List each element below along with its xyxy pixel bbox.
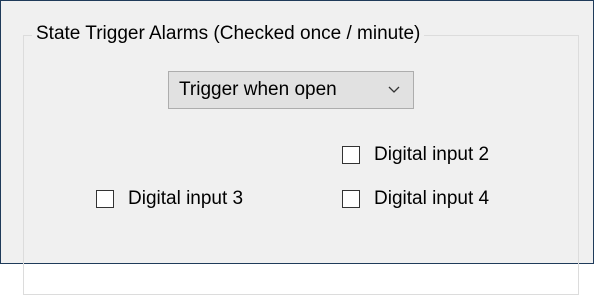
checkbox-label: Digital input 2 [374,144,490,165]
chevron-down-icon [388,86,400,93]
dialog-panel: State Trigger Alarms (Checked once / min… [0,0,594,295]
digital-input-3-checkbox[interactable]: Digital input 3 [96,188,243,210]
checkbox-box[interactable] [342,146,360,164]
checkbox-label: Digital input 4 [374,188,490,209]
digital-input-2-checkbox[interactable]: Digital input 2 [342,144,489,166]
checkbox-box[interactable] [96,190,114,208]
checkbox-box[interactable] [342,190,360,208]
digital-input-4-checkbox[interactable]: Digital input 4 [342,188,489,210]
trigger-mode-select[interactable]: Trigger when open [168,71,414,109]
group-title: State Trigger Alarms (Checked once / min… [32,21,425,47]
checkbox-label: Digital input 3 [128,188,244,209]
trigger-mode-value: Trigger when open [179,79,337,100]
